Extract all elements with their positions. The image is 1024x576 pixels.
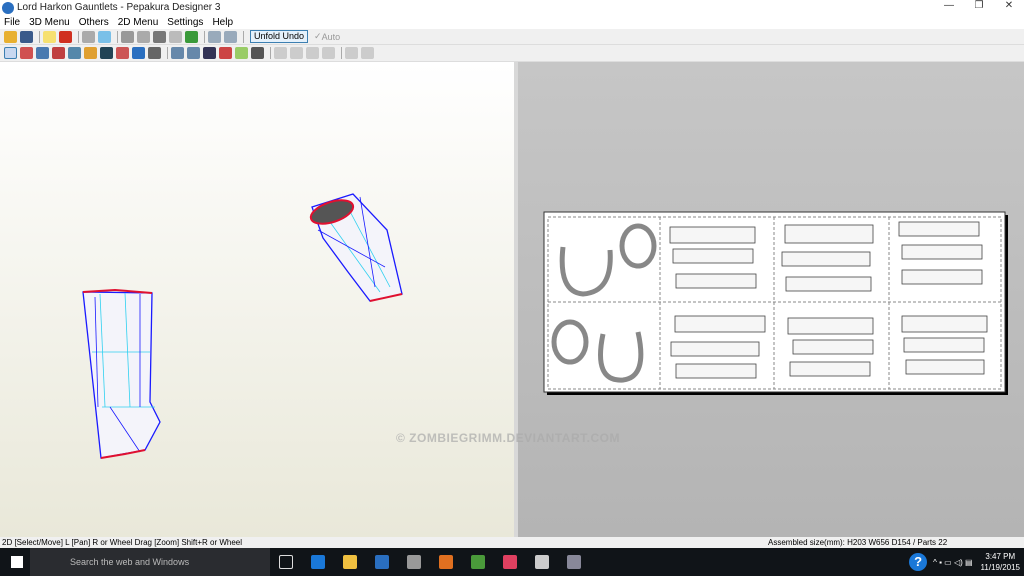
app-icon-4[interactable] (503, 555, 517, 569)
align-bottom-icon[interactable] (322, 47, 335, 59)
unfold-icon[interactable] (98, 30, 111, 43)
minimize-button[interactable]: — (934, 0, 964, 11)
app-icon-2[interactable] (439, 555, 453, 569)
text-icon[interactable] (84, 47, 97, 59)
menu-bar: File 3D Menu Others 2D Menu Settings Hel… (0, 15, 1024, 29)
join-edge-icon[interactable] (20, 47, 33, 59)
menu-3d[interactable]: 3D Menu (29, 17, 70, 28)
align-right-icon[interactable] (290, 47, 303, 59)
save-icon[interactable] (20, 30, 33, 43)
app-icon-5[interactable] (567, 555, 581, 569)
2d-layout (543, 211, 1008, 395)
select-move-icon[interactable] (4, 47, 17, 59)
single-view-icon[interactable] (224, 30, 237, 43)
clock-time: 3:47 PM (985, 552, 1016, 561)
arrange-icon[interactable] (187, 47, 200, 59)
cube-icon[interactable] (82, 30, 95, 43)
edge-browser-icon[interactable] (311, 555, 325, 569)
print-preview-icon[interactable] (235, 47, 248, 59)
taskbar-search[interactable]: Search the web and Windows (30, 548, 270, 576)
status-assembled-size: Assembled size(mm): H203 W656 D154 / Par… (768, 538, 948, 547)
add-part-icon[interactable] (116, 47, 129, 59)
open-icon[interactable] (4, 30, 17, 43)
tray-icons[interactable]: ^ ▪ ▭ ◁) ▤ (933, 558, 972, 567)
title-bar: Lord Harkon Gauntlets - Pepakura Designe… (0, 0, 1024, 15)
taskbar: Search the web and Windows ? ^ ▪ ▭ ◁) ▤ … (0, 548, 1024, 576)
file-explorer-icon[interactable] (343, 555, 357, 569)
status-hint: 2D [Select/Move] L [Pan] R or Wheel Drag… (2, 538, 243, 547)
task-view-icon[interactable] (279, 555, 293, 569)
2d-view[interactable] (518, 62, 1024, 537)
maximize-button[interactable]: ❐ (964, 0, 994, 11)
windows-start-icon[interactable] (11, 556, 23, 568)
menu-others[interactable]: Others (79, 17, 109, 28)
toolbar-2d (0, 45, 1024, 62)
color-cube-icon[interactable] (59, 30, 72, 43)
paint-app-icon[interactable] (535, 555, 549, 569)
redo-icon[interactable] (148, 47, 161, 59)
color-icon[interactable] (52, 47, 65, 59)
paint-icon[interactable] (68, 47, 81, 59)
print-icon[interactable] (251, 47, 264, 59)
menu-2d[interactable]: 2D Menu (118, 17, 159, 28)
clock[interactable]: 3:47 PM 11/19/2015 (981, 551, 1020, 573)
menu-help[interactable]: Help (212, 17, 233, 28)
3d-view[interactable] (0, 62, 514, 537)
auto-label: Auto (321, 31, 341, 42)
app-icon-3[interactable] (471, 555, 485, 569)
layout-icon[interactable] (219, 47, 232, 59)
anchor-icon[interactable] (153, 30, 166, 43)
pepakura-app-icon (2, 1, 14, 14)
unfold-undo-button[interactable]: Unfold Undo (250, 30, 309, 43)
window-title: Lord Harkon Gauntlets - Pepakura Designe… (17, 2, 221, 13)
clock-date: 11/19/2015 (980, 563, 1020, 572)
rotate-right-icon[interactable] (361, 47, 374, 59)
watermark: © ZOMBIEGRIMM.DEVIANTART.COM (396, 431, 620, 445)
app-icon-1[interactable] (407, 555, 421, 569)
rotate-left-icon[interactable] (345, 47, 358, 59)
image-icon[interactable] (100, 47, 113, 59)
auto-checkbox-icon[interactable]: ✓ (314, 31, 322, 42)
select-face-icon[interactable] (185, 30, 198, 43)
split-view-icon[interactable] (208, 30, 221, 43)
page-icon[interactable] (203, 47, 216, 59)
undo-icon[interactable] (132, 47, 145, 59)
menu-file[interactable]: File (4, 17, 20, 28)
align-left-icon[interactable] (274, 47, 287, 59)
status-bar: 2D [Select/Move] L [Pan] R or Wheel Drag… (0, 537, 1024, 548)
flaps-icon[interactable] (169, 30, 182, 43)
toolbar-main: Unfold Undo ✓ Auto (0, 29, 1024, 45)
cylinder-icon[interactable] (137, 30, 150, 43)
window-icon[interactable] (36, 47, 49, 59)
3d-model-gauntlets (82, 193, 403, 459)
align-top-icon[interactable] (306, 47, 319, 59)
fit-icon[interactable] (171, 47, 184, 59)
lightbulb-icon[interactable] (43, 30, 56, 43)
close-button[interactable]: ✕ (994, 0, 1024, 11)
edit-edge-icon[interactable] (121, 30, 134, 43)
pepakura-taskbar-icon[interactable] (375, 555, 389, 569)
menu-settings[interactable]: Settings (167, 17, 203, 28)
system-tray: ? ^ ▪ ▭ ◁) ▤ 3:47 PM 11/19/2015 (909, 548, 1020, 576)
help-icon[interactable]: ? (909, 553, 928, 571)
